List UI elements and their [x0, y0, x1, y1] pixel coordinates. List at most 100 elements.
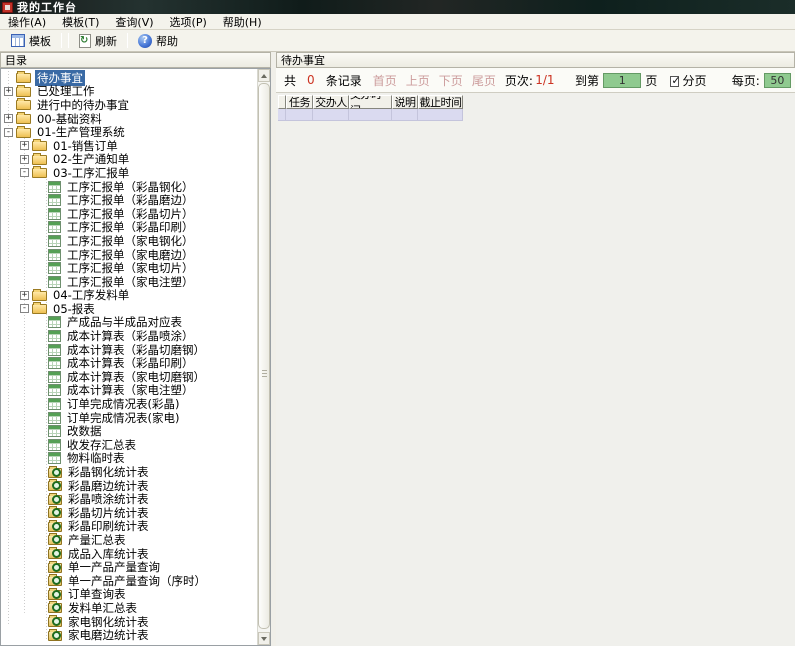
- todo-caption: 待办事宜: [276, 52, 795, 68]
- tree-item[interactable]: - 01-生产管理系统: [1, 125, 257, 139]
- menu-bar: 操作(A)模板(T)查询(V)选项(P)帮助(H): [0, 14, 795, 30]
- tree-item[interactable]: 彩晶印刷统计表: [1, 520, 257, 534]
- prev-page-link[interactable]: 上页: [406, 72, 430, 89]
- table-icon: [48, 452, 61, 464]
- per-page-input[interactable]: 50: [764, 73, 791, 88]
- tree-item[interactable]: 单一产品产量查询（序时）: [1, 574, 257, 588]
- table-icon: [48, 398, 61, 410]
- table-icon: [48, 330, 61, 342]
- query-icon: [48, 617, 62, 627]
- refresh-button[interactable]: 刷新: [72, 31, 124, 50]
- table-icon: [48, 412, 61, 424]
- expander-icon[interactable]: +: [20, 291, 29, 300]
- menu-item-2[interactable]: 模板(T): [54, 14, 107, 29]
- expander-icon[interactable]: +: [20, 155, 29, 164]
- tree-item[interactable]: 订单完成情况表(家电): [1, 411, 257, 425]
- row-selector-header[interactable]: [278, 95, 286, 109]
- menu-item-1[interactable]: 操作(A): [0, 14, 54, 29]
- expander-icon[interactable]: +: [4, 114, 13, 123]
- table-icon: [48, 357, 61, 369]
- expander-icon[interactable]: -: [4, 128, 13, 137]
- menu-item-5[interactable]: 帮助(H): [215, 14, 270, 29]
- folder-icon: [16, 87, 31, 97]
- directory-caption: 目录: [0, 52, 271, 68]
- tree-item[interactable]: 收发存汇总表: [1, 438, 257, 452]
- help-icon: ?: [138, 34, 152, 48]
- template-button[interactable]: 模板: [4, 31, 58, 50]
- help-button[interactable]: ? 帮助: [131, 31, 185, 50]
- paging-checkbox[interactable]: [670, 76, 679, 87]
- query-icon: [48, 495, 62, 505]
- records-label: 条记录: [326, 72, 362, 89]
- table-icon: [48, 439, 61, 451]
- column-header[interactable]: 交办人: [313, 95, 349, 109]
- query-icon: [48, 508, 62, 518]
- goto-label: 到第: [575, 72, 599, 89]
- column-header[interactable]: 交办时间: [349, 95, 392, 109]
- menu-item-3[interactable]: 查询(V): [107, 14, 161, 29]
- query-icon: [48, 522, 62, 532]
- query-icon: [48, 590, 62, 600]
- template-grid-icon: [11, 34, 25, 47]
- goto-page-input[interactable]: 1: [603, 73, 641, 88]
- table-icon: [48, 221, 61, 233]
- empty-cell: [418, 109, 463, 121]
- title-bar: 我的工作台: [0, 0, 795, 14]
- last-page-link[interactable]: 尾页: [472, 72, 496, 89]
- todo-caption-label: 待办事宜: [281, 52, 325, 68]
- menu-item-4[interactable]: 选项(P): [162, 14, 215, 29]
- goto-suffix-label: 页: [645, 72, 657, 89]
- table-icon: [48, 262, 61, 274]
- query-icon: [48, 468, 62, 478]
- expander-icon[interactable]: +: [4, 87, 13, 96]
- refresh-button-label: 刷新: [95, 33, 117, 49]
- query-icon: [48, 563, 62, 573]
- total-label: 共: [284, 72, 296, 89]
- toolbar-separator: [127, 33, 128, 48]
- scroll-thumb[interactable]: [258, 83, 270, 629]
- arrow-up-icon: [261, 74, 267, 78]
- tree-item-label[interactable]: 家电磨边统计表: [66, 627, 151, 643]
- record-count: 0: [307, 73, 315, 87]
- paging-label: 分页: [682, 72, 706, 89]
- directory-tree-box: 待办事宜 + 已处理工作 进行中的待办事宜 + 00-基础资料 - 01-生产管…: [0, 68, 271, 646]
- scroll-down-button[interactable]: [258, 632, 270, 645]
- query-icon: [48, 549, 62, 559]
- table-icon: [48, 425, 61, 437]
- scroll-up-button[interactable]: [258, 69, 270, 82]
- query-icon: [48, 576, 62, 586]
- column-header[interactable]: 任务: [286, 95, 313, 109]
- empty-cell: [392, 109, 418, 121]
- toolbar-separator: [61, 33, 62, 48]
- tree-item[interactable]: 家电磨边统计表: [1, 628, 257, 642]
- table-icon: [48, 344, 61, 356]
- app-icon: [2, 2, 13, 13]
- folder-icon: [32, 168, 47, 178]
- query-icon: [48, 481, 62, 491]
- table-icon: [48, 235, 61, 247]
- arrow-down-icon: [261, 637, 267, 641]
- table-icon: [48, 384, 61, 396]
- folder-icon: [16, 100, 31, 110]
- tree-scrollbar[interactable]: [257, 69, 270, 645]
- table-icon: [48, 249, 61, 261]
- query-icon: [48, 631, 62, 641]
- column-header[interactable]: 说明: [392, 95, 418, 109]
- table-icon: [48, 194, 61, 206]
- expander-icon[interactable]: +: [20, 141, 29, 150]
- folder-icon: [16, 114, 31, 124]
- todo-table-empty-row: [278, 109, 795, 121]
- tree-item[interactable]: + 04-工序发料单: [1, 289, 257, 303]
- first-page-link[interactable]: 首页: [373, 72, 397, 89]
- expander-icon[interactable]: -: [20, 168, 29, 177]
- page-index-label: 页次:: [505, 72, 533, 89]
- next-page-link[interactable]: 下页: [439, 72, 463, 89]
- toolbar-separator: [68, 33, 69, 48]
- folder-icon: [32, 141, 47, 151]
- column-header[interactable]: 截止时间: [418, 95, 463, 109]
- table-icon: [48, 316, 61, 328]
- query-icon: [48, 603, 62, 613]
- todo-content: 任务交办人交办时间说明截止时间: [276, 93, 795, 646]
- todo-table-header: 任务交办人交办时间说明截止时间: [278, 95, 795, 109]
- expander-icon[interactable]: -: [20, 304, 29, 313]
